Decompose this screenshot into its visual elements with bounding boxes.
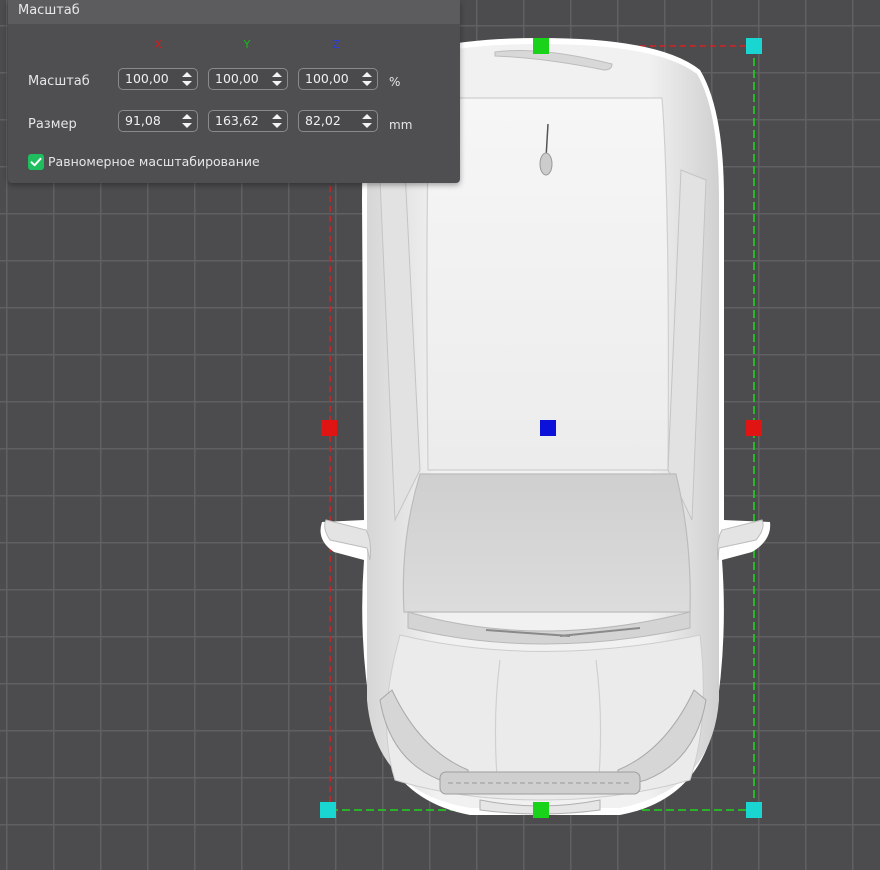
size-z-spinner[interactable] [362,113,372,129]
size-z-value: 82,02 [305,113,341,128]
scale-handle-y-bottom[interactable] [533,802,549,818]
size-x-value: 91,08 [125,113,161,128]
scale-y-spinner[interactable] [272,71,282,87]
size-y-field[interactable]: 163,62 [208,110,288,132]
size-y-value: 163,62 [215,113,259,128]
axis-header-z: Z [332,38,340,51]
size-z-field[interactable]: 82,02 [298,110,378,132]
scale-z-spinner[interactable] [362,71,372,87]
scale-unit: % [389,75,401,89]
scale-handle-x-left[interactable] [321,420,337,436]
scale-panel: Масштаб X Y Z Масштаб 100,00 100,00 100,… [8,0,460,183]
scale-x-spinner[interactable] [182,71,192,87]
scale-handle-center[interactable] [540,420,556,436]
size-unit: mm [389,118,413,132]
scale-handle-bottom-left[interactable] [320,802,336,818]
checkmark-icon [30,157,42,167]
axis-header-y: Y [243,38,251,51]
panel-title: Масштаб [8,0,460,24]
scale-z-value: 100,00 [305,71,349,86]
size-y-spinner[interactable] [272,113,282,129]
scale-x-value: 100,00 [125,71,169,86]
size-x-field[interactable]: 91,08 [118,110,198,132]
axis-header-x: X [154,38,162,51]
scale-y-value: 100,00 [215,71,259,86]
uniform-scaling-label[interactable]: Равномерное масштабирование [48,154,260,170]
scale-handle-x-right[interactable] [746,420,762,436]
scale-handle-bottom-right[interactable] [746,802,762,818]
size-x-spinner[interactable] [182,113,192,129]
size-row-label: Размер [28,117,77,132]
uniform-scaling-checkbox[interactable] [28,154,44,170]
scale-y-field[interactable]: 100,00 [208,68,288,90]
scale-x-field[interactable]: 100,00 [118,68,198,90]
scale-z-field[interactable]: 100,00 [298,68,378,90]
scale-handle-top-right[interactable] [746,38,762,54]
scale-row-label: Масштаб [28,74,90,89]
scale-handle-y-top[interactable] [533,38,549,54]
